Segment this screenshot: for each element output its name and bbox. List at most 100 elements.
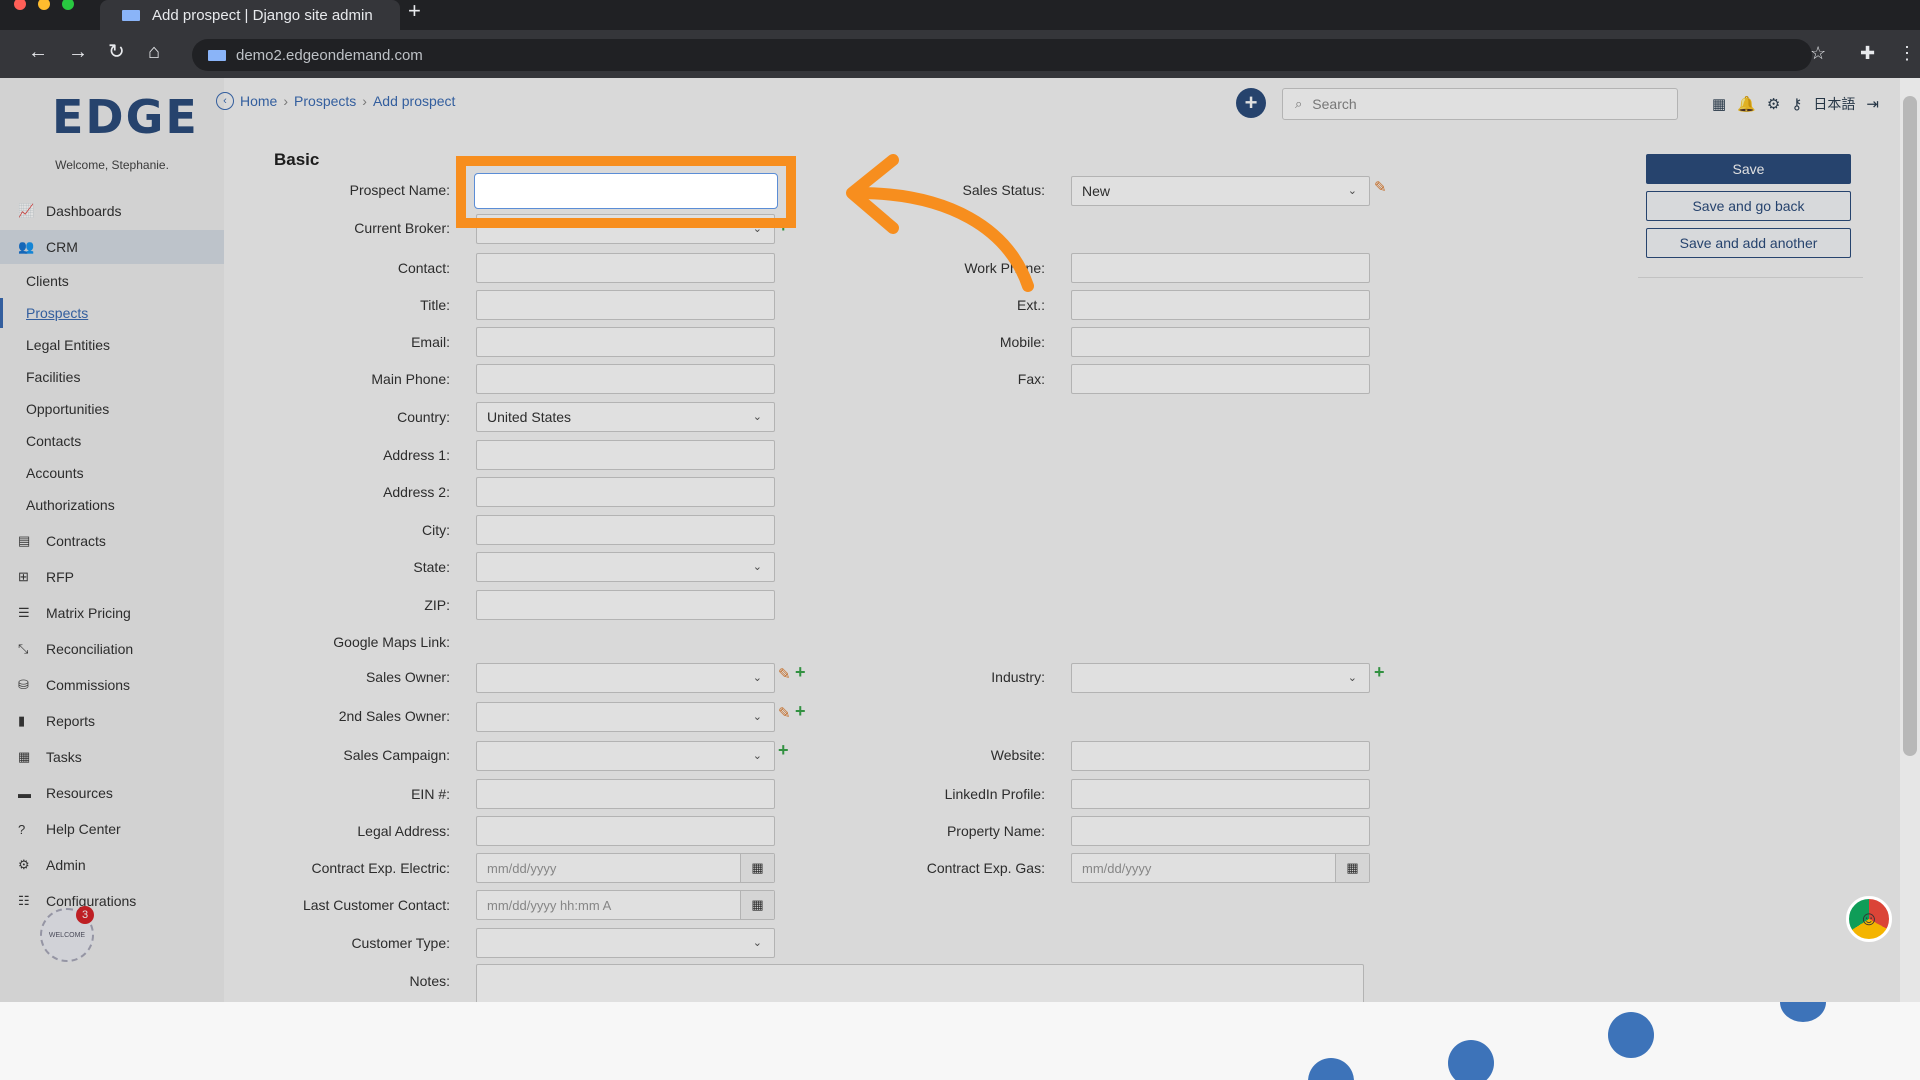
- maximize-window-dot[interactable]: [62, 0, 74, 10]
- address1-field[interactable]: [476, 440, 775, 470]
- contract-exp-electric-date[interactable]: mm/dd/yyyy ▦: [476, 853, 775, 883]
- second-sales-owner-select[interactable]: ⌄: [476, 702, 775, 732]
- sidebar-item-rfp[interactable]: ⊞ RFP: [0, 560, 224, 594]
- calendar-icon[interactable]: ▦: [740, 891, 774, 919]
- sidebar-item-help-center[interactable]: ? Help Center: [0, 812, 224, 846]
- scrollbar-thumb[interactable]: [1903, 96, 1917, 756]
- sidebar-sub-prospects[interactable]: Prospects: [0, 298, 224, 328]
- calendar-icon[interactable]: ▦: [1335, 854, 1369, 882]
- back-icon[interactable]: ←: [28, 40, 48, 64]
- add-sales-campaign-plus-icon[interactable]: +: [778, 740, 789, 761]
- sidebar-sub-legal-entities[interactable]: Legal Entities: [0, 330, 224, 360]
- sales-campaign-select[interactable]: ⌄: [476, 741, 775, 771]
- url-text: demo2.edgeondemand.com: [236, 46, 423, 64]
- quick-add-button[interactable]: +: [1236, 88, 1266, 118]
- label-country: Country:: [397, 409, 450, 425]
- save-and-go-back-button[interactable]: Save and go back: [1646, 191, 1851, 221]
- sidebar-item-reconciliation[interactable]: ⤡ Reconciliation: [0, 632, 224, 666]
- pointer-arrow-icon: [846, 154, 1034, 292]
- email-field[interactable]: [476, 327, 775, 357]
- sidebar-item-resources[interactable]: ▬ Resources: [0, 776, 224, 810]
- add-industry-plus-icon[interactable]: +: [1374, 662, 1385, 683]
- sidebar-sub-authorizations[interactable]: Authorizations: [0, 490, 224, 520]
- chevron-down-icon: ⌄: [752, 411, 762, 423]
- customer-type-select[interactable]: ⌄: [476, 928, 775, 958]
- save-and-add-another-button[interactable]: Save and add another: [1646, 228, 1851, 258]
- new-tab-icon[interactable]: +: [408, 0, 421, 22]
- sidebar-item-dashboards[interactable]: 📈 Dashboards: [0, 194, 224, 228]
- mobile-field[interactable]: [1071, 327, 1370, 357]
- website-field[interactable]: [1071, 741, 1370, 771]
- search-input[interactable]: ⌕ Search: [1282, 88, 1678, 120]
- scrollbar[interactable]: [1900, 78, 1920, 1002]
- edit-sales-owner-pencil-icon[interactable]: ✎: [778, 665, 791, 683]
- zip-field[interactable]: [476, 590, 775, 620]
- label-linkedin: LinkedIn Profile:: [944, 786, 1045, 802]
- industry-select[interactable]: ⌄: [1071, 663, 1370, 693]
- bookmark-star-icon[interactable]: ☆: [1810, 43, 1826, 64]
- bell-icon[interactable]: 🔔: [1737, 95, 1756, 113]
- calendar-icon[interactable]: ▦: [740, 854, 774, 882]
- chat-assistant-icon[interactable]: ☺: [1846, 896, 1892, 942]
- main-phone-field[interactable]: [476, 364, 775, 394]
- prospect-name-input[interactable]: [474, 173, 778, 209]
- sidebar-item-configurations[interactable]: ☷ Configurations: [0, 884, 224, 918]
- state-select[interactable]: ⌄: [476, 552, 775, 582]
- edge-logo[interactable]: EDGE: [52, 90, 199, 144]
- contract-exp-gas-date[interactable]: mm/dd/yyyy ▦: [1071, 853, 1370, 883]
- sidebar-sub-facilities[interactable]: Facilities: [0, 362, 224, 392]
- address2-field[interactable]: [476, 477, 775, 507]
- ext-field[interactable]: [1071, 290, 1370, 320]
- sidebar-sub-contacts[interactable]: Contacts: [0, 426, 224, 456]
- home-icon[interactable]: ⌂: [148, 40, 160, 64]
- last-customer-contact-datetime[interactable]: mm/dd/yyyy hh:mm A ▦: [476, 890, 775, 920]
- breadcrumb-prospects[interactable]: Prospects: [294, 93, 356, 109]
- reload-icon[interactable]: ↻: [108, 40, 125, 64]
- sidebar-sub-accounts[interactable]: Accounts: [0, 458, 224, 488]
- sidebar-sub-opportunities[interactable]: Opportunities: [0, 394, 224, 424]
- sidebar-item-contracts[interactable]: ▤ Contracts: [0, 524, 224, 558]
- sidebar-item-commissions[interactable]: ⛁ Commissions: [0, 668, 224, 702]
- fax-field[interactable]: [1071, 364, 1370, 394]
- edit-second-sales-owner-pencil-icon[interactable]: ✎: [778, 704, 791, 722]
- browser-tab[interactable]: Add prospect | Django site admin: [100, 0, 400, 30]
- country-select[interactable]: United States ⌄: [476, 402, 775, 432]
- minimize-window-dot[interactable]: [38, 0, 50, 10]
- sidebar-item-crm[interactable]: 👥 CRM: [0, 230, 224, 264]
- sidebar-item-matrix-pricing[interactable]: ☰ Matrix Pricing: [0, 596, 224, 630]
- sidebar-item-reports[interactable]: ▮ Reports: [0, 704, 224, 738]
- sales-owner-select[interactable]: ⌄: [476, 663, 775, 693]
- sidebar-item-label: Configurations: [46, 893, 137, 909]
- browser-menu-icon[interactable]: ⋮: [1898, 43, 1916, 64]
- edit-sales-status-pencil-icon[interactable]: ✎: [1374, 178, 1387, 196]
- url-field[interactable]: demo2.edgeondemand.com: [192, 39, 1812, 71]
- add-sales-owner-plus-icon[interactable]: +: [795, 662, 806, 683]
- sales-status-select[interactable]: New ⌄: [1071, 176, 1370, 206]
- save-button[interactable]: Save: [1646, 154, 1851, 184]
- ein-field[interactable]: [476, 779, 775, 809]
- cogs-icon: ⚙: [18, 857, 30, 872]
- add-second-sales-owner-plus-icon[interactable]: +: [795, 701, 806, 722]
- close-window-dot[interactable]: [14, 0, 26, 10]
- language-link[interactable]: 日本語: [1813, 94, 1855, 114]
- label-main-phone: Main Phone:: [371, 371, 450, 387]
- back-circle-icon[interactable]: ‹: [216, 92, 234, 110]
- calendar-icon[interactable]: ▦: [1712, 95, 1726, 113]
- sidebar-item-tasks[interactable]: ▦ Tasks: [0, 740, 224, 774]
- extensions-icon[interactable]: ✚: [1860, 43, 1875, 64]
- key-icon[interactable]: ⚷: [1791, 95, 1802, 113]
- gear-icon[interactable]: ⚙: [1767, 95, 1780, 113]
- forward-icon[interactable]: →: [68, 40, 88, 64]
- breadcrumb-home[interactable]: Home: [240, 93, 277, 109]
- work-phone-field[interactable]: [1071, 253, 1370, 283]
- contact-field[interactable]: [476, 253, 775, 283]
- property-name-field[interactable]: [1071, 816, 1370, 846]
- legal-address-field[interactable]: [476, 816, 775, 846]
- city-field[interactable]: [476, 515, 775, 545]
- notes-textarea[interactable]: [476, 964, 1364, 1002]
- linkedin-field[interactable]: [1071, 779, 1370, 809]
- logout-icon[interactable]: ⇥: [1866, 95, 1879, 113]
- title-field[interactable]: [476, 290, 775, 320]
- sidebar-sub-clients[interactable]: Clients: [0, 266, 224, 296]
- sidebar-item-admin[interactable]: ⚙ Admin: [0, 848, 224, 882]
